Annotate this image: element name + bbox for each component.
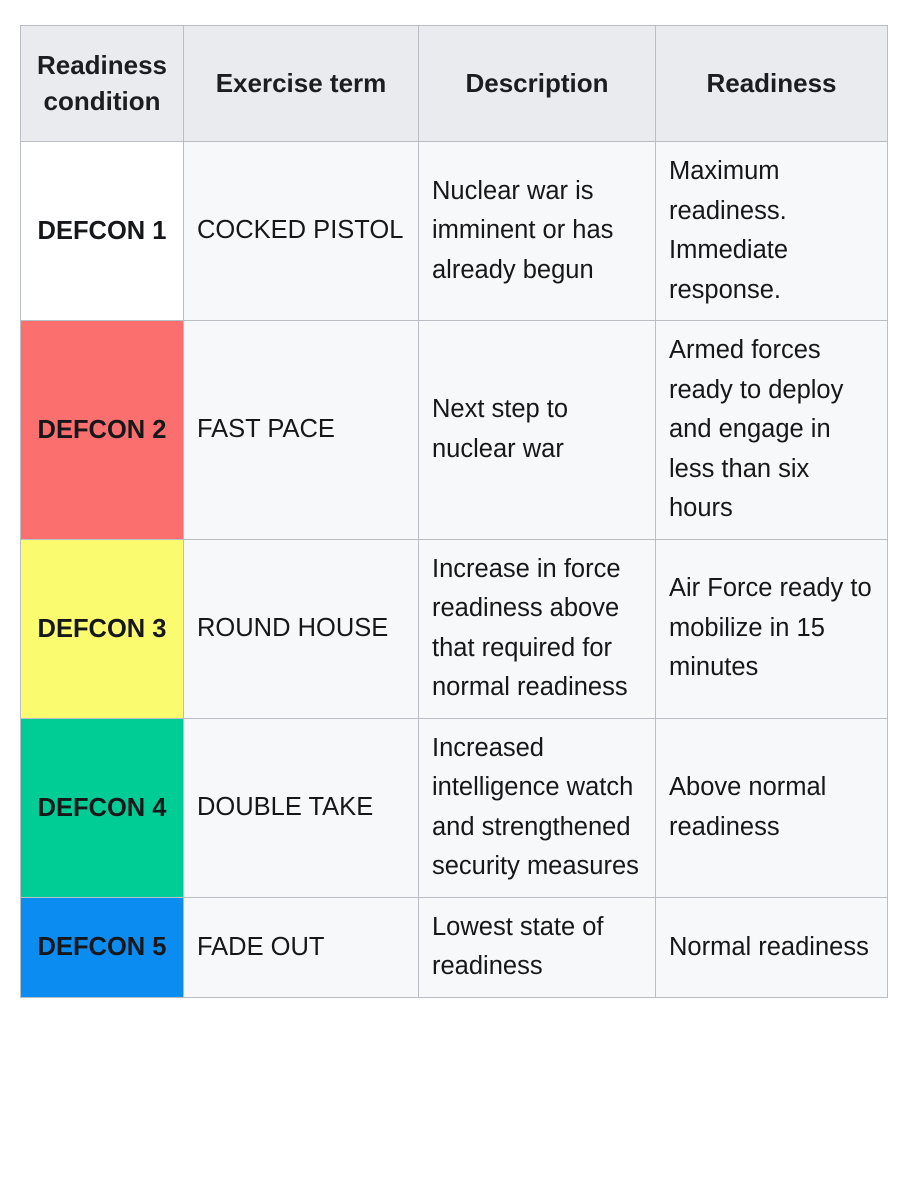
table-row: DEFCON 3 ROUND HOUSE Increase in force r…	[20, 538, 888, 719]
defcon-3-condition-cell: DEFCON 3	[20, 538, 184, 719]
defcon-2-condition-cell: DEFCON 2	[20, 320, 184, 540]
table-header: Readiness condition Exercise term Descri…	[20, 25, 888, 142]
defcon-1-description-cell: Nuclear war is imminent or has already b…	[418, 140, 656, 322]
defcon-readiness-table: Readiness condition Exercise term Descri…	[20, 25, 888, 998]
defcon-4-condition-cell: DEFCON 4	[20, 717, 184, 898]
table-row: DEFCON 4 DOUBLE TAKE Increased intellige…	[20, 717, 888, 898]
defcon-1-condition-cell: DEFCON 1	[20, 140, 184, 322]
column-header-exercise-term: Exercise term	[183, 25, 419, 142]
column-header-readiness-condition: Readiness condition	[20, 25, 184, 142]
defcon-1-term-cell: COCKED PISTOL	[183, 140, 419, 322]
defcon-1-readiness-cell: Maximum readiness. Immediate response.	[655, 140, 888, 322]
defcon-3-readiness-cell: Air Force ready to mobilize in 15 minute…	[655, 538, 888, 719]
defcon-5-description-cell: Lowest state of readiness	[418, 896, 656, 998]
defcon-2-term-cell: FAST PACE	[183, 320, 419, 540]
defcon-4-readiness-cell: Above normal readiness	[655, 717, 888, 898]
table-body: DEFCON 1 COCKED PISTOL Nuclear war is im…	[20, 140, 888, 998]
defcon-4-description-cell: Increased intelligence watch and strengt…	[418, 717, 656, 898]
table-row: DEFCON 2 FAST PACE Next step to nuclear …	[20, 320, 888, 540]
defcon-2-readiness-cell: Armed forces ready to deploy and engage …	[655, 320, 888, 540]
defcon-5-readiness-cell: Normal readiness	[655, 896, 888, 998]
defcon-5-condition-cell: DEFCON 5	[20, 896, 184, 998]
table-row: DEFCON 5 FADE OUT Lowest state of readin…	[20, 896, 888, 998]
page-container: Readiness condition Exercise term Descri…	[0, 0, 907, 1200]
defcon-2-description-cell: Next step to nuclear war	[418, 320, 656, 540]
header-row: Readiness condition Exercise term Descri…	[20, 25, 888, 142]
column-header-readiness: Readiness	[655, 25, 888, 142]
defcon-3-description-cell: Increase in force readiness above that r…	[418, 538, 656, 719]
table-row: DEFCON 1 COCKED PISTOL Nuclear war is im…	[20, 140, 888, 322]
column-header-description: Description	[418, 25, 656, 142]
defcon-5-term-cell: FADE OUT	[183, 896, 419, 998]
defcon-3-term-cell: ROUND HOUSE	[183, 538, 419, 719]
defcon-4-term-cell: DOUBLE TAKE	[183, 717, 419, 898]
